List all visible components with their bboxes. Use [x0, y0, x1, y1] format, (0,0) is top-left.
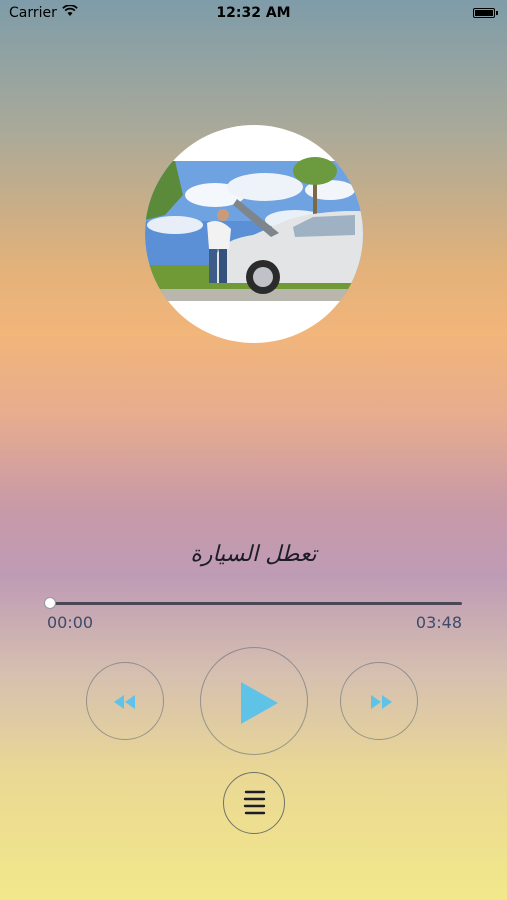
elapsed-time: 00:00: [47, 613, 94, 632]
play-icon: [241, 682, 278, 724]
album-art-image: [145, 125, 363, 343]
progress-thumb[interactable]: [44, 597, 56, 609]
total-time: 03:48: [415, 613, 462, 632]
fast-forward-button[interactable]: [340, 662, 418, 740]
rewind-icon: [114, 695, 135, 709]
progress-track[interactable]: [50, 602, 462, 605]
battery-icon: [473, 8, 499, 19]
list-menu-icon: [243, 790, 266, 815]
track-title: تعطل السيارة: [190, 542, 317, 567]
status-time: 12:32 AM: [216, 5, 291, 21]
fast-forward-icon: [371, 695, 392, 709]
status-bar: Carrier 12:32 AM: [0, 0, 507, 28]
playlist-button[interactable]: [223, 772, 285, 834]
play-button[interactable]: [200, 647, 308, 755]
rewind-button[interactable]: [86, 662, 164, 740]
